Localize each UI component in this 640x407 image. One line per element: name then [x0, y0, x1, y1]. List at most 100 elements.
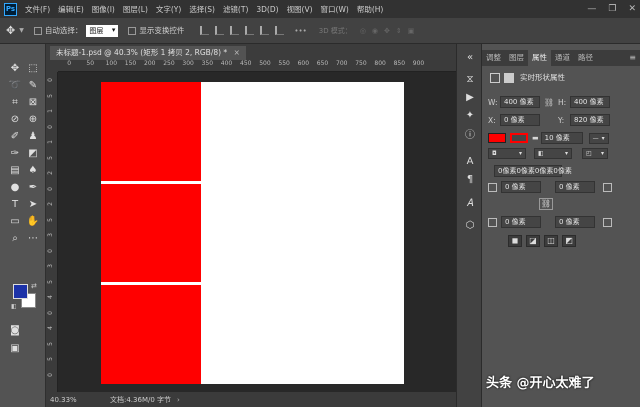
brush-settings-icon[interactable]: ✦	[464, 110, 476, 122]
3d-slide-icon[interactable]: ⇕	[396, 27, 402, 35]
panel-menu-icon[interactable]: ≡	[629, 50, 636, 66]
paragraph-icon[interactable]: ¶	[464, 174, 476, 186]
default-colors-icon[interactable]: ◧	[11, 303, 17, 310]
document-tab[interactable]: 未标题-1.psd @ 40.3% (矩形 1 拷贝 2, RGB/8) * ×	[50, 46, 246, 60]
corner-tl-icon[interactable]	[488, 182, 497, 192]
rectangle-tool-icon[interactable]: ▭	[8, 215, 22, 229]
stroke-width-dropdown[interactable]: ▬ 10 像素	[532, 132, 583, 144]
history-icon[interactable]: ⧖	[464, 74, 476, 86]
character-icon[interactable]: A	[464, 156, 476, 168]
menu-3d[interactable]: 3D(D)	[256, 5, 278, 14]
more-options-button[interactable]: •••	[294, 27, 306, 35]
foreground-color-swatch[interactable]	[13, 284, 28, 299]
tool-preset-chevron-icon[interactable]: ▼	[19, 27, 24, 34]
fill-color-swatch[interactable]	[488, 133, 506, 143]
3d-icon[interactable]: ⬡	[464, 220, 476, 232]
transform-icon[interactable]	[490, 72, 500, 83]
corner-tr-field[interactable]: 0 像素	[555, 181, 595, 193]
marquee-tool-icon[interactable]: ⬚	[26, 62, 40, 76]
mask-icon[interactable]	[504, 72, 514, 83]
tab-layers[interactable]: 图层	[505, 50, 528, 66]
corner-tl-field[interactable]: 0 像素	[501, 181, 541, 193]
close-icon[interactable]: ×	[234, 48, 240, 57]
restore-button[interactable]: ❐	[608, 4, 616, 14]
menu-image[interactable]: 图像(I)	[92, 4, 115, 15]
link-corners-icon[interactable]: ⛓	[539, 198, 553, 210]
crop-tool-icon[interactable]: ⌗	[8, 96, 22, 110]
menu-window[interactable]: 窗口(W)	[321, 4, 349, 15]
stroke-caps-dropdown[interactable]: ◧ ▾	[534, 148, 572, 159]
hand-tool-icon[interactable]: ✋	[26, 215, 40, 229]
align-top-icon[interactable]	[245, 26, 255, 35]
exclude-shapes-icon[interactable]: ◩	[562, 235, 576, 247]
frame-tool-icon[interactable]: ⊠	[26, 96, 40, 110]
close-button[interactable]: ✕	[628, 4, 636, 14]
blur-tool-icon[interactable]: ♠	[26, 164, 40, 178]
menu-help[interactable]: 帮助(H)	[357, 4, 384, 15]
path-selection-tool-icon[interactable]: ➤	[26, 198, 40, 212]
photoshop-logo[interactable]: Ps	[4, 2, 17, 16]
swap-colors-icon[interactable]: ⇄	[31, 282, 37, 290]
collapse-chevron-icon[interactable]: «	[464, 52, 476, 64]
align-right-icon[interactable]	[230, 26, 240, 35]
stroke-type-dropdown[interactable]: — ▾	[588, 132, 609, 144]
pen-tool-icon[interactable]: ✒	[26, 181, 40, 195]
corner-tr-icon[interactable]	[603, 182, 612, 192]
3d-orbit-icon[interactable]: ◎	[360, 27, 366, 35]
healing-brush-tool-icon[interactable]: ⊕	[26, 113, 40, 127]
corner-bl-icon[interactable]	[488, 217, 497, 227]
tab-properties[interactable]: 属性	[528, 50, 551, 66]
zoom-tool-icon[interactable]: ⌕	[8, 232, 22, 246]
auto-select-dropdown[interactable]: 图层 ▾	[86, 24, 119, 37]
canvas-workspace[interactable]	[58, 72, 456, 392]
vertical-ruler[interactable]: 05101520253035404550	[46, 72, 58, 392]
minimize-button[interactable]: —	[587, 4, 596, 14]
3d-scale-icon[interactable]: ▣	[408, 27, 415, 35]
document-canvas[interactable]	[101, 82, 404, 384]
move-tool-icon[interactable]: ✥	[6, 24, 15, 37]
ruler-origin[interactable]	[46, 60, 58, 72]
eraser-tool-icon[interactable]: ◩	[26, 147, 40, 161]
show-transform-checkbox[interactable]	[128, 26, 137, 35]
document-info[interactable]: 文档:4.36M/0 字节	[110, 395, 171, 405]
width-field[interactable]: 400 像素	[500, 96, 540, 108]
align-left-icon[interactable]	[200, 26, 210, 35]
stroke-width-field[interactable]: 10 像素	[540, 132, 583, 144]
eyedropper-tool-icon[interactable]: ⊘	[8, 113, 22, 127]
3d-roll-icon[interactable]: ◉	[372, 27, 378, 35]
red-rectangle-layer[interactable]	[101, 285, 201, 384]
3d-pan-icon[interactable]: ✥	[384, 27, 390, 35]
corner-radius-all-field[interactable]: 0像素0像素0像素0像素	[494, 165, 572, 177]
tab-channels[interactable]: 通道	[551, 50, 574, 66]
red-rectangle-layer[interactable]	[101, 184, 201, 282]
move-tool-icon[interactable]: ✥	[8, 62, 22, 76]
align-center-icon[interactable]	[215, 26, 225, 35]
align-bottom-icon[interactable]	[275, 26, 285, 35]
stroke-align-dropdown[interactable]: ◘ ▾	[488, 148, 526, 159]
screen-mode-icon[interactable]: ▣	[8, 342, 22, 356]
menu-select[interactable]: 选择(S)	[189, 4, 215, 15]
stroke-color-swatch[interactable]	[510, 133, 528, 143]
menu-view[interactable]: 视图(V)	[287, 4, 313, 15]
stroke-corners-dropdown[interactable]: ◰ ▾	[582, 148, 608, 159]
corner-bl-field[interactable]: 0 像素	[501, 216, 541, 228]
combine-shapes-icon[interactable]: ◼	[508, 235, 522, 247]
x-field[interactable]: 0 像素	[500, 114, 540, 126]
type-tool-icon[interactable]: T	[8, 198, 22, 212]
intersect-shapes-icon[interactable]: ◫	[544, 235, 558, 247]
history-brush-tool-icon[interactable]: ✑	[8, 147, 22, 161]
menu-layer[interactable]: 图层(L)	[123, 4, 148, 15]
info-icon[interactable]: ⓘ	[464, 130, 476, 142]
corner-br-field[interactable]: 0 像素	[555, 216, 595, 228]
glyphs-icon[interactable]: 𝐴	[464, 198, 476, 210]
menu-edit[interactable]: 编辑(E)	[58, 4, 84, 15]
brush-tool-icon[interactable]: ✐	[8, 130, 22, 144]
dodge-tool-icon[interactable]: ●	[8, 181, 22, 195]
auto-select-checkbox[interactable]	[33, 26, 42, 35]
zoom-level[interactable]: 40.33%	[50, 396, 102, 404]
more-tools-icon[interactable]: ⋯	[26, 232, 40, 246]
lasso-tool-icon[interactable]: ➰	[8, 79, 22, 93]
actions-play-icon[interactable]: ▶	[464, 92, 476, 104]
quick-mask-icon[interactable]: ◙	[8, 324, 22, 338]
y-field[interactable]: 820 像素	[570, 114, 610, 126]
